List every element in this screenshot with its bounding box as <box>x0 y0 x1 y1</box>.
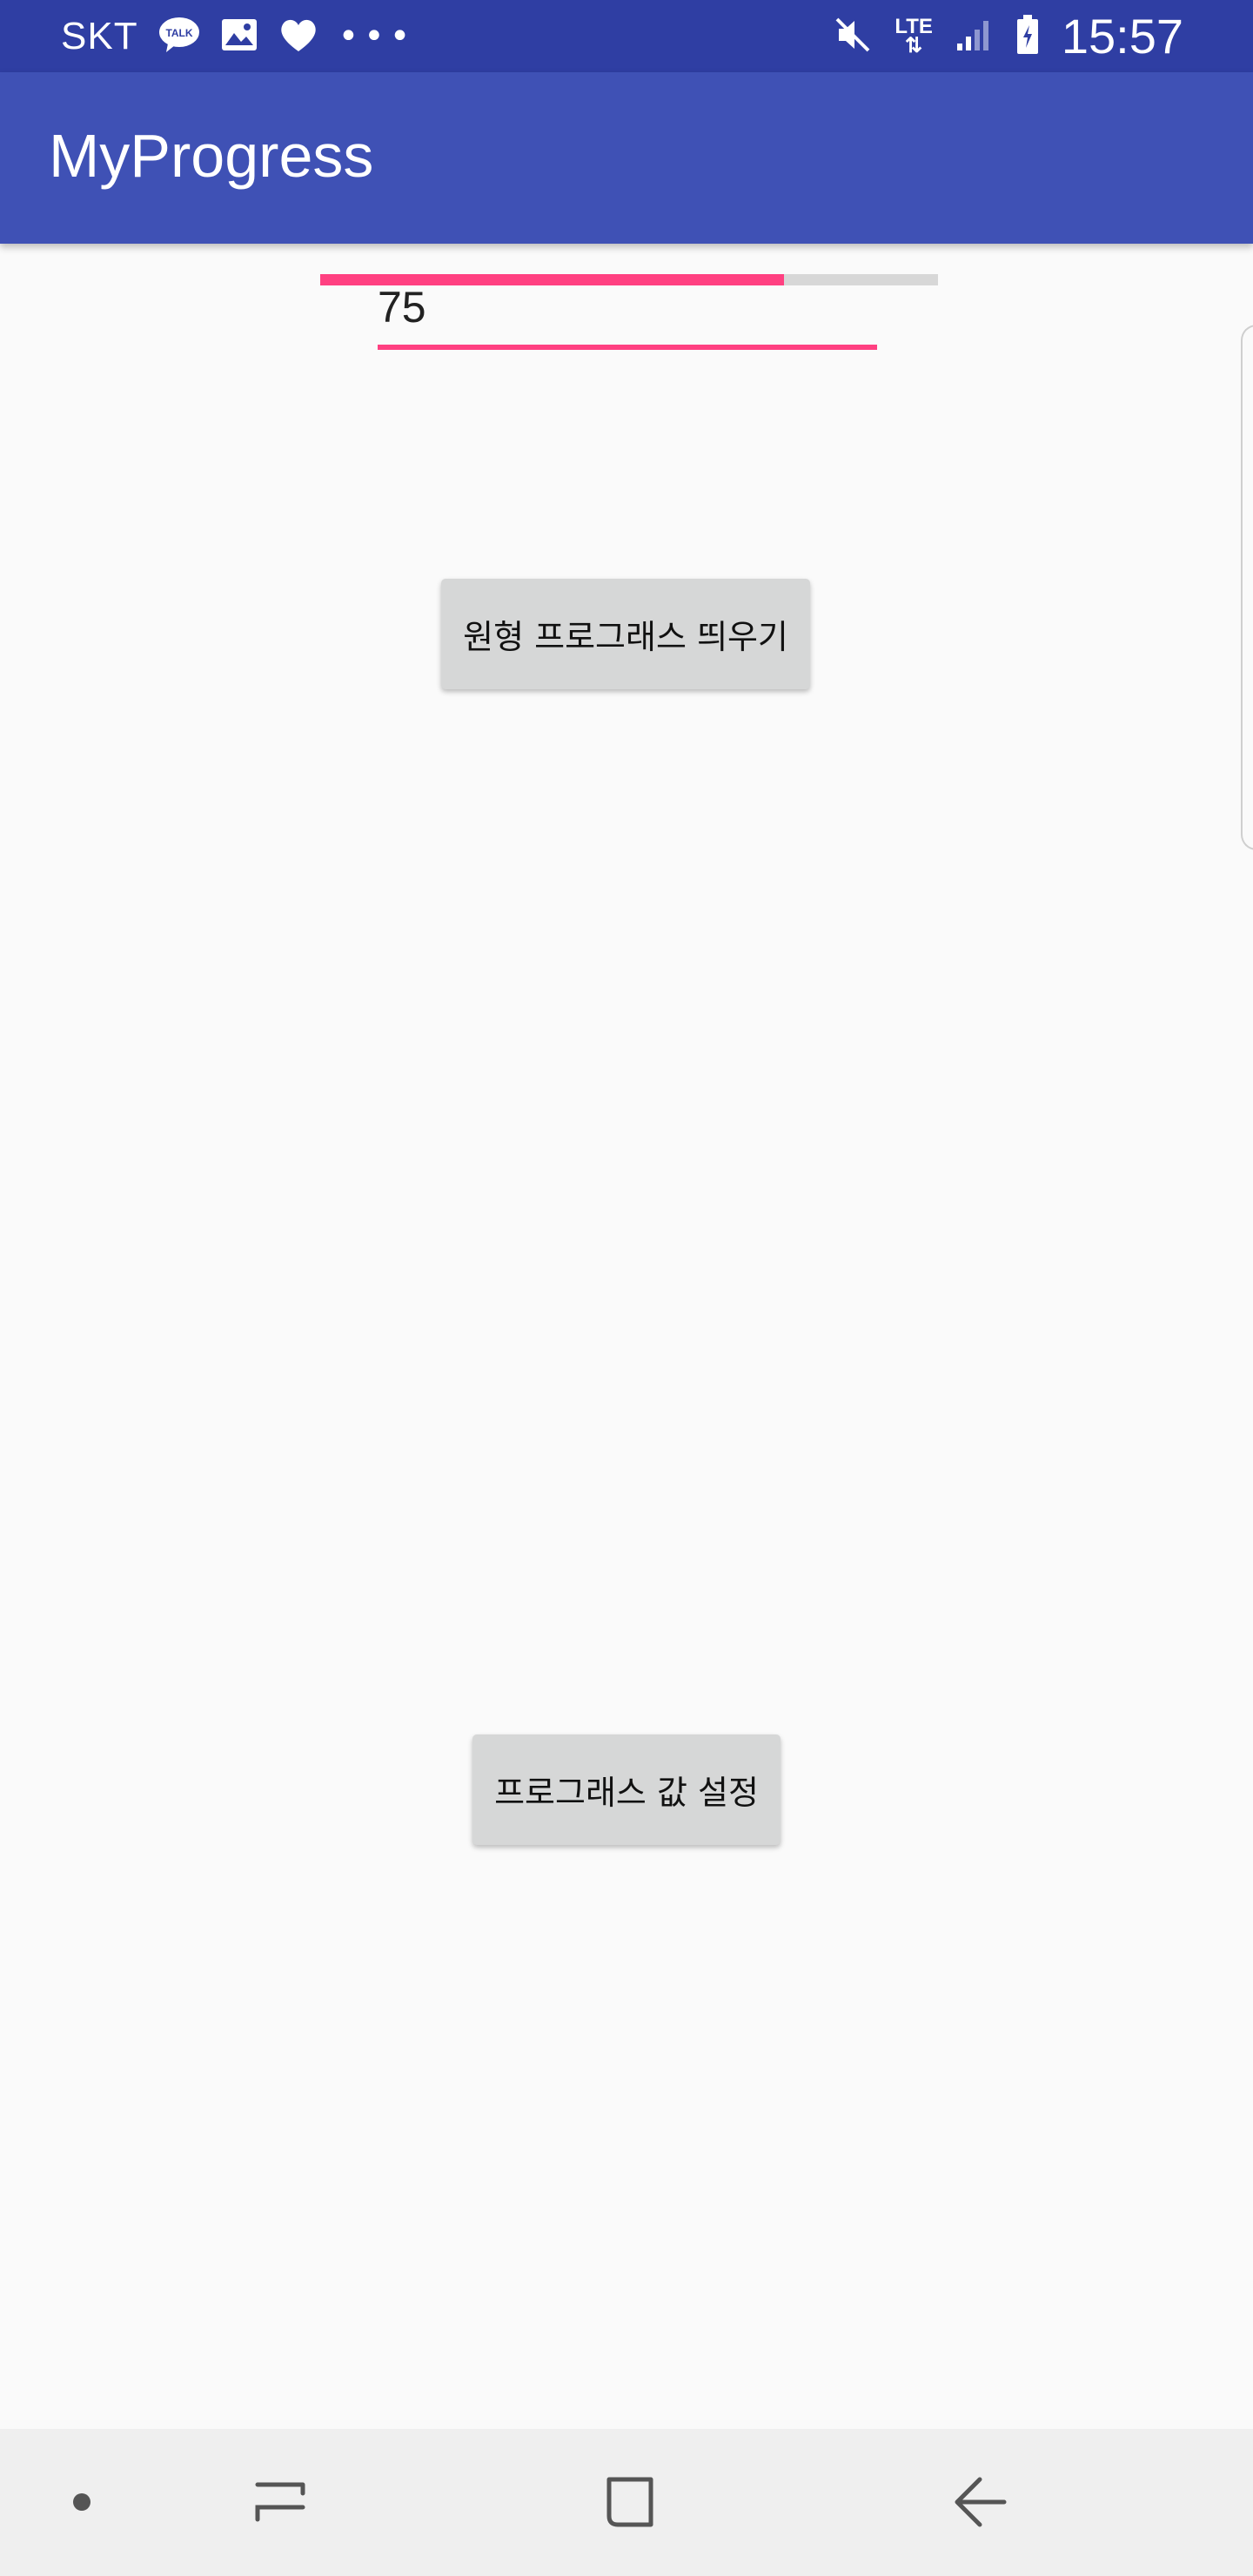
recent-apps-icon[interactable] <box>245 2467 315 2537</box>
app-bar: MyProgress <box>0 72 1253 244</box>
progress-value-field[interactable]: 75 <box>378 278 877 350</box>
back-icon[interactable] <box>945 2467 1015 2537</box>
network-type: LTE ⇅ <box>895 14 933 57</box>
gallery-icon <box>220 17 258 56</box>
status-bar-right: LTE ⇅ 15:57 <box>834 0 1183 72</box>
navigation-bar <box>0 2429 1253 2576</box>
kakaotalk-icon-label: TALK <box>165 27 192 39</box>
app-title: MyProgress <box>49 122 374 190</box>
dot-icon[interactable] <box>73 2493 90 2511</box>
home-icon[interactable] <box>595 2467 665 2537</box>
set-progress-value-button[interactable]: 프로그래스 값 설정 <box>472 1734 781 1845</box>
network-type-label: LTE <box>895 14 933 38</box>
carrier-label: SKT <box>61 14 138 57</box>
kakaotalk-icon: TALK <box>157 16 201 57</box>
status-bar: SKT TALK ••• LTE ⇅ 15:57 <box>0 0 1253 72</box>
edge-panel-handle[interactable] <box>1241 325 1253 850</box>
overflow-dots: ••• <box>338 16 416 57</box>
clock: 15:57 <box>1061 9 1183 64</box>
battery-icon <box>1016 14 1039 58</box>
progress-value-text: 75 <box>378 283 426 332</box>
heart-icon <box>278 17 319 57</box>
signal-icon <box>955 17 994 56</box>
mute-icon <box>834 16 872 57</box>
status-bar-left: SKT TALK ••• <box>61 0 415 72</box>
show-circle-progress-button[interactable]: 원형 프로그래스 띄우기 <box>441 579 810 689</box>
